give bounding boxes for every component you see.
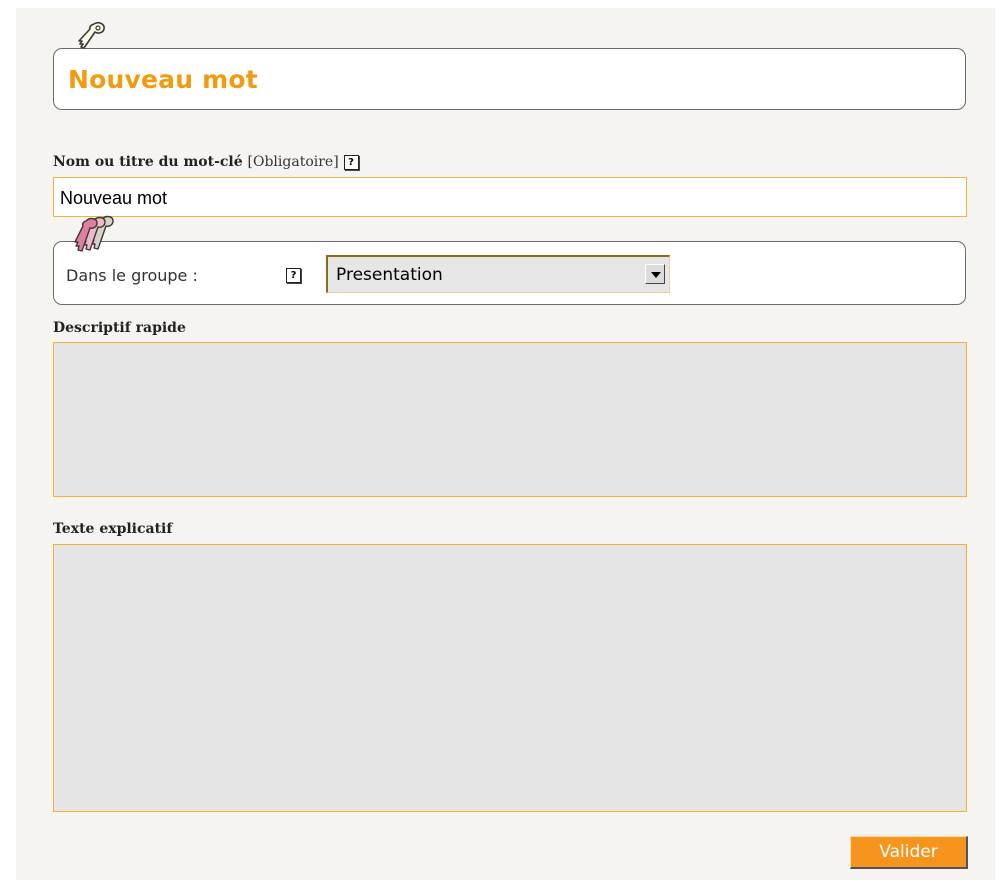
group-select[interactable]: Presentation [326,255,670,293]
description-textarea[interactable] [53,342,967,497]
keywords-group-icon [74,215,114,252]
name-label-text: Nom ou titre du mot-clé [53,154,243,170]
description-label: Descriptif rapide [53,320,186,336]
help-icon[interactable]: ? [286,268,301,283]
name-field-label: Nom ou titre du mot-clé [Obligatoire] ? [53,154,359,170]
group-label: Dans le groupe : [66,266,198,285]
title-box: Nouveau mot [53,48,966,110]
submit-button[interactable]: Valider [850,836,968,869]
page-title: Nouveau mot [68,65,258,94]
required-note: [Obligatoire] [247,154,339,170]
explanatory-textarea[interactable] [53,544,967,812]
explanatory-text-label: Texte explicatif [53,521,173,537]
keyword-name-input[interactable] [53,177,967,217]
group-box: Dans le groupe : ? Presentation [53,241,966,305]
help-icon[interactable]: ? [343,154,359,170]
group-select-value: Presentation [336,265,443,285]
keyword-icon [78,22,105,49]
chevron-down-icon[interactable] [645,264,665,284]
